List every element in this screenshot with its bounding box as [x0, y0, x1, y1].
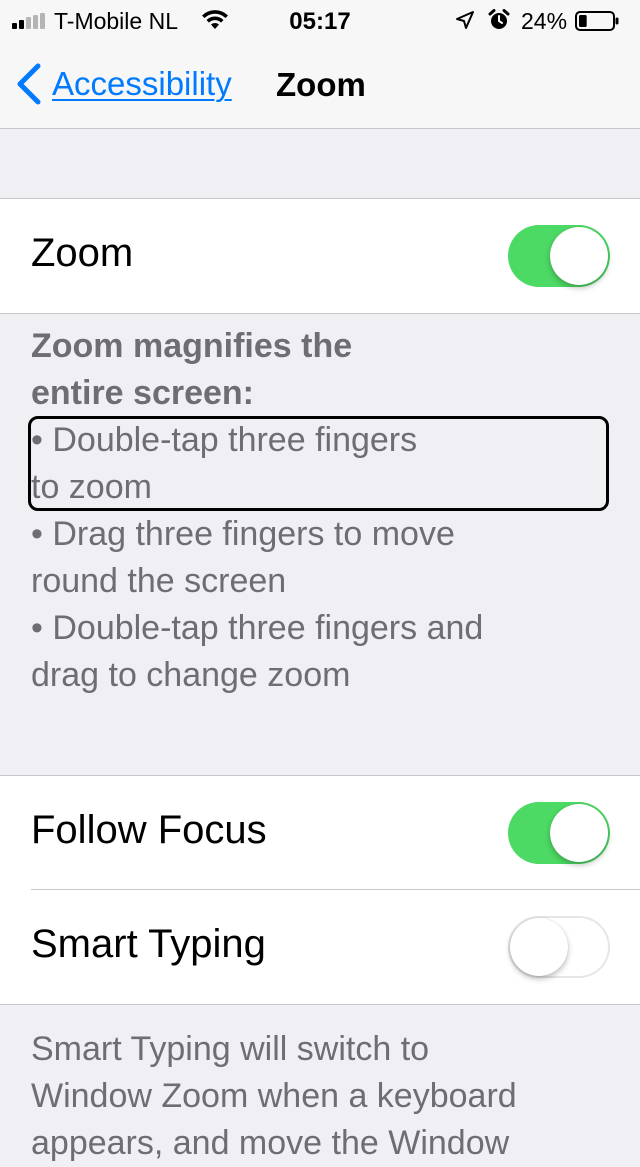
bullet-drag-line2: round the screen	[31, 562, 287, 600]
bullet-double-tap-line1: • Double-tap three fingers	[31, 421, 418, 459]
bullet-change-zoom-line1: • Double-tap three fingers and	[31, 609, 484, 647]
zoom-group: Zoom	[0, 198, 640, 314]
toggle-knob	[550, 804, 608, 862]
follow-focus-cell: Follow Focus	[0, 776, 640, 890]
smart-typing-toggle[interactable]	[508, 916, 610, 978]
alarm-icon	[488, 9, 510, 29]
zoom-description: Zoom magnifies the entire screen: • Doub…	[31, 323, 591, 699]
status-bar: T-Mobile NL 05:17 24%	[0, 0, 640, 40]
bullet-drag-line1: • Drag three fingers to move	[31, 515, 455, 553]
battery-percentage: 24%	[521, 8, 568, 34]
zoom-label: Zoom	[31, 231, 134, 275]
back-button-label[interactable]: Accessibility	[52, 65, 232, 103]
zoom-toggle[interactable]	[508, 225, 610, 287]
zoom-cell: Zoom	[0, 199, 640, 313]
focus-typing-group: Follow Focus Smart Typing	[0, 775, 640, 1005]
smart-typing-description-line3: appears, and move the Window	[31, 1124, 510, 1162]
battery-icon	[575, 11, 619, 31]
smart-typing-description-line2: Window Zoom when a keyboard	[31, 1077, 517, 1115]
follow-focus-toggle[interactable]	[508, 802, 610, 864]
description-heading-line2: entire screen:	[31, 374, 254, 412]
navigation-bar: Accessibility Zoom	[0, 40, 640, 129]
follow-focus-label: Follow Focus	[31, 808, 267, 852]
smart-typing-description-line1: Smart Typing will switch to	[31, 1030, 430, 1068]
bullet-double-tap-line2: to zoom	[31, 468, 152, 506]
smart-typing-description: Smart Typing will switch to Window Zoom …	[31, 1026, 621, 1167]
smart-typing-label: Smart Typing	[31, 922, 266, 966]
smart-typing-cell: Smart Typing	[0, 890, 640, 1004]
toggle-knob	[510, 918, 568, 976]
bullet-change-zoom-line2: drag to change zoom	[31, 656, 351, 694]
chevron-left-icon	[17, 63, 41, 105]
description-heading-line1: Zoom magnifies the	[31, 327, 353, 365]
location-icon	[456, 11, 474, 29]
toggle-knob	[550, 227, 608, 285]
page-title: Zoom	[276, 66, 366, 103]
back-button[interactable]: Accessibility	[14, 60, 232, 108]
